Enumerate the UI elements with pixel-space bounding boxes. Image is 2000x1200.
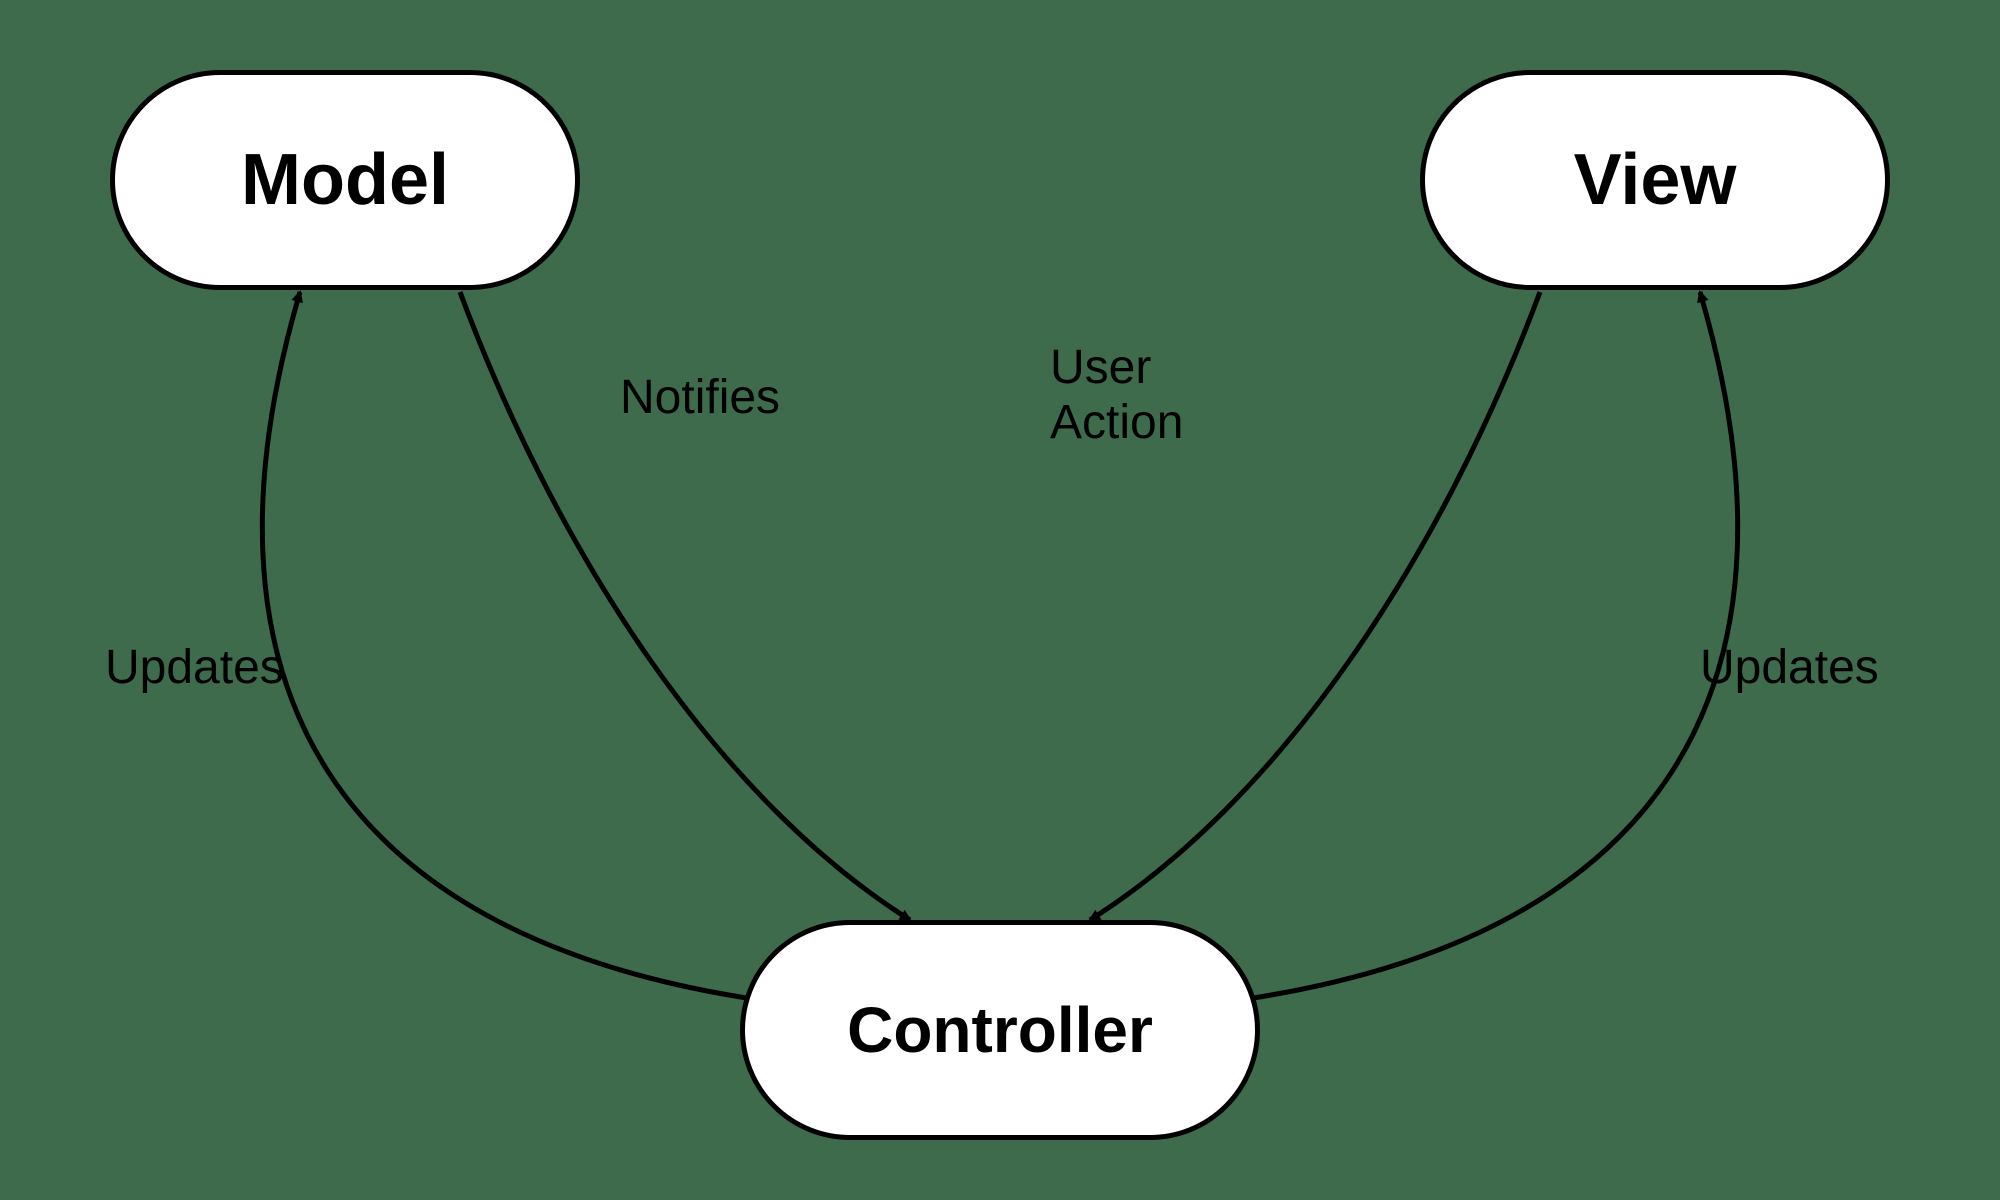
edge-label-updates-left: Updates — [105, 640, 284, 695]
edge-label-updates-right-text: Updates — [1700, 641, 1879, 694]
edge-label-updates-left-text: Updates — [105, 641, 284, 694]
node-model: Model — [110, 70, 580, 290]
node-model-label: Model — [241, 139, 449, 221]
edge-label-user-action-line1: User — [1050, 341, 1151, 394]
arrow-controller-to-view — [1240, 292, 1738, 1000]
edge-label-notifies: Notifies — [620, 370, 780, 425]
edge-label-notifies-text: Notifies — [620, 371, 780, 424]
edge-label-user-action: User Action — [1050, 340, 1250, 450]
node-view: View — [1420, 70, 1890, 290]
edge-label-user-action-line2: Action — [1050, 396, 1183, 449]
node-controller: Controller — [740, 920, 1260, 1140]
node-view-label: View — [1574, 139, 1737, 221]
mvc-diagram: Model View Controller Notifies User Acti… — [0, 0, 2000, 1200]
edge-label-updates-right: Updates — [1700, 640, 1879, 695]
node-controller-label: Controller — [847, 993, 1153, 1067]
